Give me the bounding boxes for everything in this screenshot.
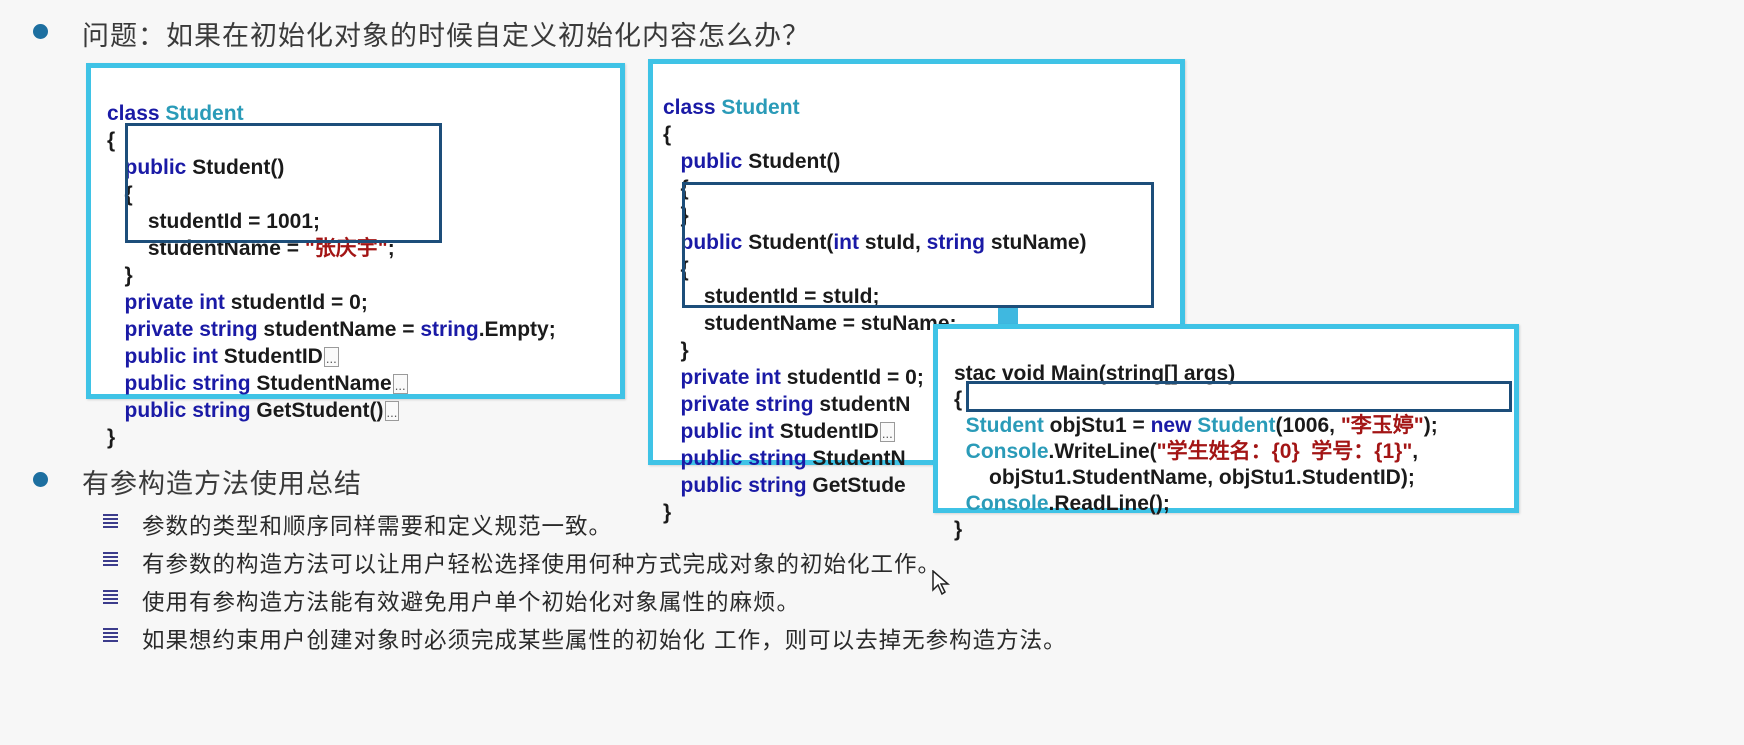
code-box-left: class Student { public Student() { stude… <box>86 63 625 449</box>
summary-item: 如果想约束用户创建对象时必须完成某些属性的初始化 工作，则可以去掉无参构造方法。 <box>142 628 1067 654</box>
mouse-cursor-icon <box>932 570 950 596</box>
bullet-dot-icon <box>33 472 48 487</box>
list-bullet-icon <box>103 513 118 533</box>
list-bullet-icon <box>103 551 118 571</box>
code-main: stac void Main(string[] args) { Student … <box>954 362 1438 541</box>
highlight-new-student <box>966 381 1512 412</box>
list-bullet-icon <box>103 589 118 609</box>
highlight-param-ctor <box>682 182 1154 308</box>
heading-question: 问题：如果在初始化对象的时候自定义初始化内容怎么办？ <box>82 21 810 52</box>
bullet-dot-icon <box>33 24 48 39</box>
collapsed-region-icon[interactable]: ... <box>879 422 895 443</box>
collapsed-region-icon[interactable]: ... <box>384 401 400 422</box>
summary-item: 参数的类型和顺序同样需要和定义规范一致。 <box>142 514 613 540</box>
collapsed-region-icon[interactable]: ... <box>392 374 408 395</box>
heading-summary: 有参构造方法使用总结 <box>82 469 362 500</box>
summary-item: 使用有参构造方法能有效避免用户单个初始化对象属性的麻烦。 <box>142 590 801 616</box>
highlight-default-ctor <box>125 123 442 243</box>
summary-item: 有参数的构造方法可以让用户轻松选择使用何种方式完成对象的初始化工作。 <box>142 552 942 578</box>
code-box-main: stac void Main(string[] args) { Student … <box>933 324 1519 541</box>
list-bullet-icon <box>103 627 118 647</box>
collapsed-region-icon[interactable]: ... <box>323 347 339 368</box>
